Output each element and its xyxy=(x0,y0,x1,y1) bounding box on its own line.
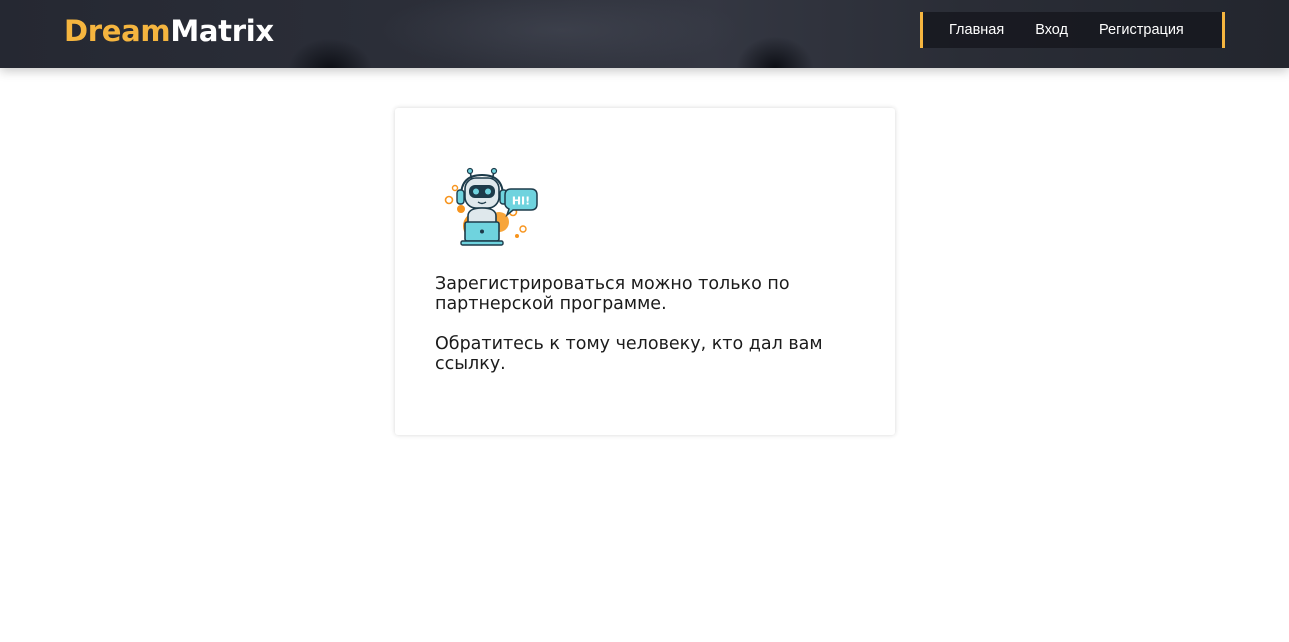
nav-link-register[interactable]: Регистрация xyxy=(1099,22,1184,38)
site-header: DreamMatrix Главная Вход Регистрация xyxy=(0,0,1289,68)
site-logo[interactable]: DreamMatrix xyxy=(64,13,274,49)
robot-hi-icon: HI! xyxy=(444,167,538,246)
registration-notice-card: HI! Зарегистрироваться можно только по п… xyxy=(395,108,895,435)
notice-message: Зарегистрироваться можно только по партн… xyxy=(435,274,865,394)
bubble-text: HI! xyxy=(512,195,530,208)
nav-link-home[interactable]: Главная xyxy=(949,22,1004,38)
logo-text-matrix: Matrix xyxy=(170,14,274,48)
nav-link-login[interactable]: Вход xyxy=(1035,22,1068,38)
main-nav: Главная Вход Регистрация xyxy=(920,12,1225,48)
notice-line-partner-only: Зарегистрироваться можно только по партн… xyxy=(435,274,790,314)
logo-text-dream: Dream xyxy=(64,14,171,48)
notice-line-contact-referrer: Обратитесь к тому человеку, кто дал вам … xyxy=(435,334,823,374)
